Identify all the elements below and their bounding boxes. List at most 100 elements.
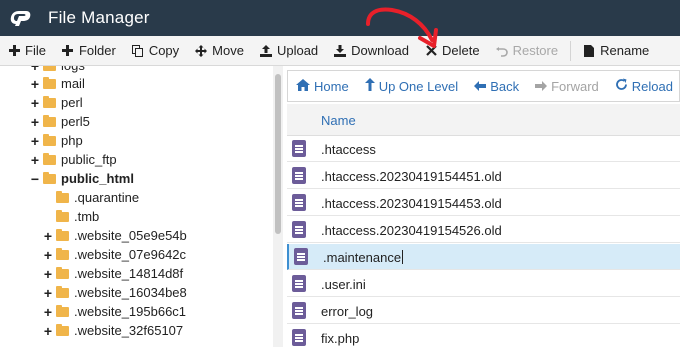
tree-item[interactable]: + .website_14814d8f — [43, 264, 183, 283]
expand-plus-icon[interactable]: + — [43, 323, 53, 339]
tree-item[interactable]: + php — [30, 131, 83, 150]
right-arrow-icon — [535, 79, 548, 94]
table-row[interactable]: .htaccess.20230419154451.old — [287, 163, 680, 189]
back-button[interactable]: Back — [466, 71, 527, 101]
upload-label: Upload — [276, 43, 319, 58]
tree-scrollbar-thumb[interactable] — [275, 74, 281, 234]
tree-item-label: php — [61, 133, 83, 148]
new-folder-label: Folder — [78, 43, 116, 58]
folder-icon — [56, 266, 69, 279]
tree-item[interactable]: + .website_195b66c1 — [43, 302, 186, 321]
tree-item[interactable]: .quarantine — [56, 188, 139, 207]
tree-item-label: public_html — [61, 171, 134, 186]
folder-icon — [56, 304, 69, 317]
tree-item[interactable]: + .website_32f65107 — [43, 321, 183, 340]
expand-plus-icon[interactable]: + — [30, 114, 40, 130]
expand-plus-icon[interactable]: + — [30, 95, 40, 111]
folder-icon — [43, 133, 56, 146]
tree-item[interactable]: + perl5 — [30, 112, 90, 131]
expand-plus-icon[interactable]: + — [43, 228, 53, 244]
cpanel-logo — [10, 7, 40, 29]
tree-item[interactable]: + mail — [30, 74, 85, 93]
expand-plus-icon[interactable]: + — [30, 66, 40, 74]
new-folder-button[interactable]: Folder — [54, 36, 124, 66]
expand-plus-icon[interactable]: + — [43, 304, 53, 320]
collapse-minus-icon[interactable]: − — [30, 171, 40, 187]
tree-item-label: .website_195b66c1 — [74, 304, 187, 319]
move-button[interactable]: Move — [187, 36, 252, 66]
tree-item-label: .website_14814d8f — [74, 266, 184, 281]
tree-item[interactable]: + .website_07e9642c — [43, 245, 186, 264]
table-row[interactable]: .user.ini — [287, 271, 680, 297]
expand-plus-icon[interactable]: + — [43, 247, 53, 263]
table-row[interactable]: .htaccess.20230419154526.old — [287, 217, 680, 243]
folder-icon — [56, 190, 69, 203]
navigation-bar: Home Up One Level Back Forward Reload — [287, 70, 680, 102]
left-arrow-icon — [474, 79, 487, 94]
table-row-selected[interactable]: .maintenance — [287, 244, 680, 270]
file-name-text: .maintenance — [323, 250, 402, 265]
tree-item[interactable]: + public_ftp — [30, 150, 117, 169]
file-name: .user.ini — [321, 277, 366, 292]
folder-icon — [43, 152, 56, 165]
cpanel-logo-icon — [10, 11, 31, 26]
up-one-level-button[interactable]: Up One Level — [357, 71, 467, 101]
expand-plus-icon[interactable]: + — [43, 266, 53, 282]
forward-label: Forward — [551, 78, 599, 94]
expand-plus-icon[interactable]: + — [43, 285, 53, 301]
new-file-button[interactable]: File — [0, 36, 54, 66]
file-icon — [292, 194, 306, 211]
tree-item-label: logs — [61, 66, 85, 73]
upload-button[interactable]: Upload — [252, 36, 326, 66]
home-button[interactable]: Home — [288, 71, 357, 101]
tree-item-label: .quarantine — [74, 190, 140, 205]
plus-icon — [8, 45, 20, 56]
folder-tree: + logs + mail + perl + perl5 + php + pub… — [0, 66, 283, 347]
open-folder-icon — [43, 171, 56, 184]
restore-label: Restore — [512, 43, 559, 58]
back-label: Back — [490, 78, 520, 94]
expand-plus-icon[interactable]: + — [30, 152, 40, 168]
upload-icon — [259, 44, 272, 57]
copy-button[interactable]: Copy — [124, 36, 187, 66]
tree-item-label: public_ftp — [61, 152, 117, 167]
table-row[interactable]: error_log — [287, 298, 680, 324]
expand-plus-icon[interactable]: + — [30, 133, 40, 149]
tree-item[interactable]: + perl — [30, 93, 83, 112]
tree-item[interactable]: + .website_16034be8 — [43, 283, 187, 302]
file-name: .htaccess.20230419154526.old — [321, 223, 502, 238]
restore-button[interactable]: Restore — [488, 36, 567, 66]
table-row[interactable]: .htaccess — [287, 136, 680, 162]
rename-button[interactable]: Rename — [575, 36, 657, 66]
annotation-arrow-icon — [366, 7, 438, 48]
table-row[interactable]: .htaccess.20230419154453.old — [287, 190, 680, 216]
copy-label: Copy — [148, 43, 180, 58]
tree-item-label: .tmb — [74, 209, 100, 224]
file-icon — [294, 248, 308, 265]
table-row[interactable]: fix.php — [287, 325, 680, 347]
forward-button[interactable]: Forward — [527, 71, 607, 101]
refresh-icon — [615, 78, 628, 94]
tree-item-label: .website_07e9642c — [74, 247, 187, 262]
tree-item-label: .website_16034be8 — [74, 285, 187, 300]
tree-item[interactable]: .tmb — [56, 207, 99, 226]
file-name: .htaccess.20230419154453.old — [321, 196, 502, 211]
tree-item-label: mail — [61, 76, 85, 91]
expand-plus-icon[interactable]: + — [30, 76, 40, 92]
file-icon — [292, 221, 306, 238]
app-title: File Manager — [48, 8, 150, 27]
reload-button[interactable]: Reload — [607, 71, 680, 101]
tree-item-label: .website_05e9e54b — [74, 228, 187, 243]
plus-icon — [62, 45, 74, 56]
toolbar: File Folder Copy Move Upload Download De… — [0, 36, 680, 66]
name-column-header[interactable]: Name — [321, 113, 356, 128]
move-label: Move — [212, 43, 244, 58]
folder-icon — [56, 285, 69, 298]
tree-item-public-html[interactable]: − public_html — [30, 169, 134, 188]
file-name: error_log — [321, 304, 374, 319]
undo-icon — [495, 45, 508, 57]
tree-item[interactable]: + .website_05e9e54b — [43, 226, 187, 245]
tree-item-label: .website_32f65107 — [74, 323, 184, 338]
folder-icon — [56, 323, 69, 336]
delete-label: Delete — [442, 43, 480, 58]
